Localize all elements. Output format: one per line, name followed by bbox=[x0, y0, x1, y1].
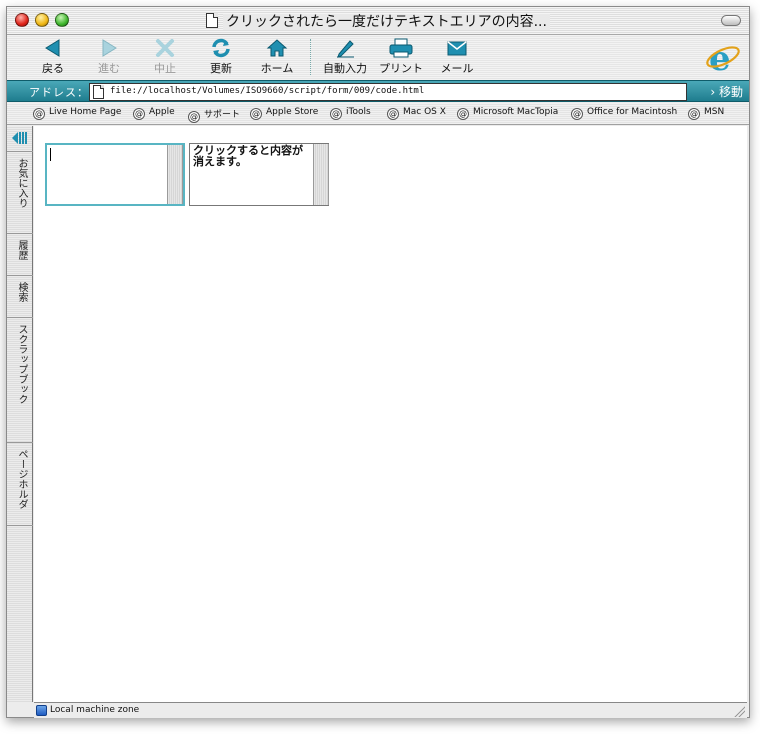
forward-button[interactable]: 進む bbox=[79, 37, 139, 77]
stop-label: 中止 bbox=[154, 62, 176, 75]
sidebar-tab-scrapbook[interactable]: スクラップブック bbox=[7, 317, 33, 442]
page-content: クリックすると内容が消えます。 bbox=[34, 126, 747, 702]
textarea2-text: クリックすると内容が消えます。 bbox=[193, 144, 303, 168]
home-button[interactable]: ホーム bbox=[247, 37, 307, 77]
stop-button[interactable]: 中止 bbox=[135, 37, 195, 77]
home-label: ホーム bbox=[260, 62, 294, 75]
textarea1-scrollbar[interactable] bbox=[167, 145, 183, 204]
refresh-label: 更新 bbox=[210, 62, 232, 75]
status-bar: Local machine zone bbox=[34, 702, 747, 718]
textarea-clear-on-click[interactable]: クリックすると内容が消えます。 bbox=[189, 143, 329, 206]
printer-icon bbox=[389, 38, 413, 58]
at-link-icon: @ bbox=[457, 108, 469, 120]
autofill-button[interactable]: 自動入力 bbox=[315, 37, 375, 77]
textarea2-scrollbar[interactable] bbox=[313, 144, 329, 205]
favorite-apple-store[interactable]: @ Apple Store bbox=[250, 107, 318, 120]
page-document-icon bbox=[93, 85, 104, 99]
window-title: クリックされたら一度だけテキストエリアの内容... bbox=[223, 14, 550, 30]
at-link-icon: @ bbox=[688, 108, 700, 120]
favorite-microsoft-mactopia[interactable]: @ Microsoft MacTopia bbox=[457, 107, 558, 120]
resize-grip-icon[interactable] bbox=[733, 705, 745, 717]
favorite-mac-os-x[interactable]: @ Mac OS X bbox=[387, 107, 446, 120]
address-field[interactable]: file://localhost/Volumes/ISO9660/script/… bbox=[89, 83, 687, 101]
refresh-icon bbox=[212, 38, 230, 58]
toolbar-collapse-button[interactable] bbox=[721, 15, 741, 26]
svg-text:e: e bbox=[709, 39, 731, 76]
browser-window: クリックされたら一度だけテキストエリアの内容... 戻る 進む 中止 更新 ホー… bbox=[6, 6, 750, 718]
textarea-focused[interactable] bbox=[45, 143, 185, 206]
sidebar-tab-search[interactable]: 検索 bbox=[7, 275, 33, 317]
favorite-support[interactable]: @ サポート bbox=[188, 107, 240, 123]
pen-icon bbox=[337, 40, 354, 58]
address-label: アドレス： bbox=[29, 86, 89, 99]
favorite-msn[interactable]: @ MSN bbox=[688, 107, 724, 120]
autofill-label: 自動入力 bbox=[323, 62, 367, 75]
forward-label: 進む bbox=[98, 62, 120, 75]
print-button[interactable]: プリント bbox=[371, 37, 431, 77]
favorite-live-home-page[interactable]: @ Live Home Page bbox=[33, 107, 121, 120]
security-zone-text: Local machine zone bbox=[50, 705, 140, 715]
toolbar-separator bbox=[310, 39, 311, 75]
back-arrow-icon bbox=[45, 39, 60, 57]
at-link-icon: @ bbox=[133, 108, 145, 120]
title-bar[interactable]: クリックされたら一度だけテキストエリアの内容... bbox=[7, 7, 749, 35]
refresh-button[interactable]: 更新 bbox=[191, 37, 251, 77]
document-icon bbox=[206, 13, 219, 28]
at-link-icon: @ bbox=[33, 108, 45, 120]
at-link-icon: @ bbox=[387, 108, 399, 120]
at-link-icon: @ bbox=[188, 111, 200, 123]
home-icon bbox=[266, 39, 288, 57]
sidebar-tab-page-holder[interactable]: ページホルダ bbox=[7, 442, 33, 526]
address-bar: アドレス： file://localhost/Volumes/ISO9660/s… bbox=[7, 80, 749, 102]
sidebar-tab-history[interactable]: 履歴 bbox=[7, 233, 33, 275]
go-button[interactable]: › 移動 bbox=[710, 83, 743, 100]
favorites-bar: @ Live Home Page @ Apple @ サポート @ Apple Stor… bbox=[7, 103, 749, 125]
explorer-sidebar: お気に入り 履歴 検索 スクラップブック ページホルダ bbox=[7, 126, 33, 702]
text-caret bbox=[50, 148, 51, 161]
address-url[interactable]: file://localhost/Volumes/ISO9660/script/… bbox=[110, 86, 424, 96]
at-link-icon: @ bbox=[571, 108, 583, 120]
favorite-itools[interactable]: @ iTools bbox=[330, 107, 371, 120]
back-label: 戻る bbox=[42, 62, 64, 75]
sidebar-tab-favorites[interactable]: お気に入り bbox=[7, 151, 33, 233]
zone-icon bbox=[36, 705, 47, 716]
envelope-icon bbox=[447, 41, 467, 56]
mail-button[interactable]: メール bbox=[427, 37, 487, 77]
at-link-icon: @ bbox=[330, 108, 342, 120]
sidebar-toggle-icon[interactable] bbox=[11, 131, 29, 145]
stop-x-icon bbox=[156, 39, 174, 57]
internet-explorer-logo[interactable]: e bbox=[705, 38, 741, 76]
forward-arrow-icon bbox=[102, 39, 117, 57]
print-label: プリント bbox=[379, 62, 423, 75]
favorite-apple[interactable]: @ Apple bbox=[133, 107, 175, 120]
mail-label: メール bbox=[440, 62, 474, 75]
at-link-icon: @ bbox=[250, 108, 262, 120]
toolbar: 戻る 進む 中止 更新 ホーム 自動入力 プリント メール e bbox=[7, 35, 749, 80]
back-button[interactable]: 戻る bbox=[23, 37, 83, 77]
favorite-office-for-macintosh[interactable]: @ Office for Macintosh bbox=[571, 107, 677, 120]
